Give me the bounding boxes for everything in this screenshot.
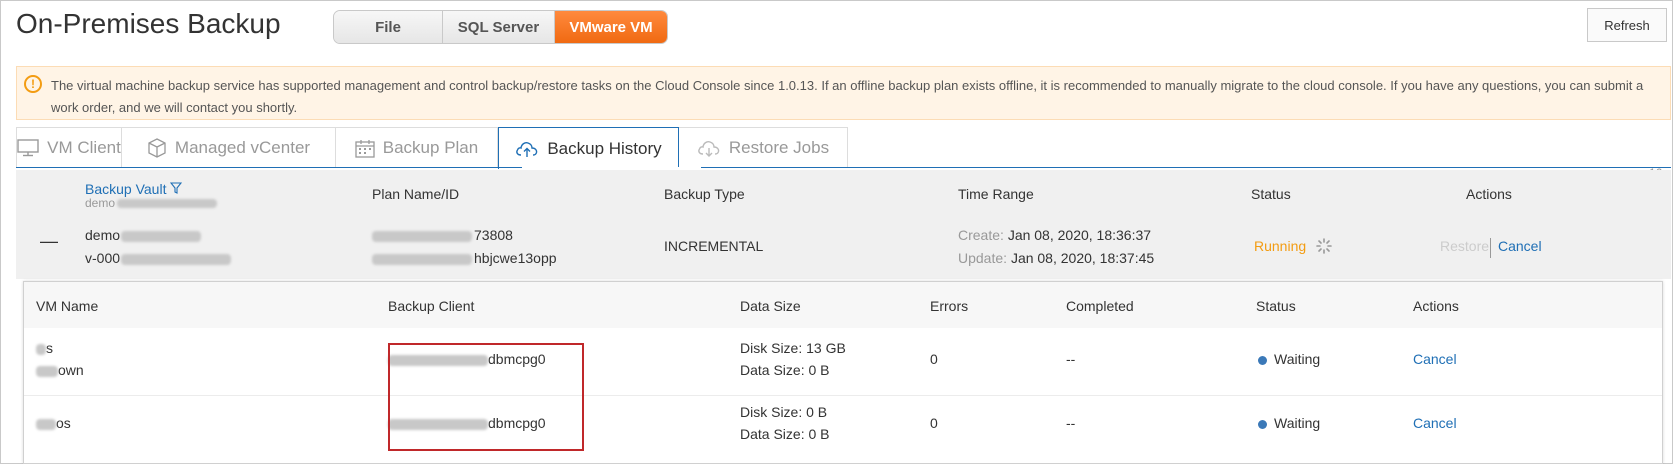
column-header-backup-vault[interactable]: Backup Vault	[85, 181, 183, 197]
completed-value: --	[1066, 351, 1076, 367]
data-size: Data Size: 0 B	[740, 426, 830, 442]
tab-label: Backup Plan	[382, 138, 479, 157]
plan-id: hbjcwe13opp	[372, 250, 557, 266]
column-header-status: Status	[1251, 186, 1291, 202]
column-header-time-range: Time Range	[958, 186, 1034, 202]
disk-size: Disk Size: 13 GB	[740, 340, 846, 356]
column-header-backup-type: Backup Type	[664, 186, 745, 202]
tab-backup-plan[interactable]: Backup Plan	[336, 127, 498, 168]
table-row: — demo v-000 73808 hbjcwe13opp INCREMENT…	[16, 217, 1671, 279]
backup-type: INCREMENTAL	[664, 238, 764, 254]
vault-filter-value: demo	[85, 196, 218, 210]
cube-icon	[147, 138, 167, 158]
update-time: Update: Jan 08, 2020, 18:37:45	[958, 250, 1155, 266]
column-header-vm-name: VM Name	[36, 298, 99, 314]
tab-vm-client[interactable]: VM Client	[16, 127, 122, 168]
column-header-backup-client: Backup Client	[388, 298, 475, 314]
collapse-toggle[interactable]: —	[40, 231, 58, 252]
tab-label: Backup History	[547, 138, 662, 158]
status-dot-icon	[1258, 419, 1267, 429]
plan-name: 73808	[372, 227, 513, 243]
highlight-box	[388, 343, 584, 451]
column-header-data-size: Data Size	[740, 298, 801, 314]
column-header-plan: Plan Name/ID	[372, 186, 460, 202]
vm-detail-table: VM Name Backup Client Data Size Errors C…	[23, 281, 1663, 464]
calendar-icon	[355, 139, 375, 158]
row-divider	[24, 395, 1662, 396]
data-size: Data Size: 0 B	[740, 362, 830, 378]
active-tab-gap	[522, 167, 701, 169]
tab-label: VM Client	[47, 138, 121, 157]
column-header-errors: Errors	[930, 298, 969, 314]
status-badge: Waiting	[1258, 351, 1320, 367]
notice-banner: ! The virtual machine backup service has…	[16, 66, 1671, 120]
disk-size: Disk Size: 0 B	[740, 404, 828, 420]
cloud-upload-icon	[515, 140, 539, 158]
segment-vmware-vm[interactable]: VMware VM	[555, 11, 667, 43]
segment-file[interactable]: File	[334, 11, 443, 43]
status-dot-icon	[1258, 355, 1267, 365]
column-header-status: Status	[1256, 298, 1296, 314]
tab-backup-history[interactable]: Backup History	[498, 127, 679, 169]
cancel-link[interactable]: Cancel	[1413, 415, 1457, 431]
vm-os: own	[36, 362, 84, 378]
status-badge: Running	[1254, 238, 1332, 257]
tab-label: Managed vCenter	[174, 138, 311, 157]
cancel-link[interactable]: Cancel	[1498, 238, 1542, 254]
refresh-button[interactable]: Refresh	[1587, 8, 1667, 42]
vm-name: s	[36, 340, 53, 356]
column-header-actions: Actions	[1466, 186, 1512, 202]
spinner-icon	[1316, 238, 1332, 257]
completed-value: --	[1066, 415, 1076, 431]
notice-text: The virtual machine backup service has s…	[51, 78, 1644, 115]
cloud-download-icon	[697, 139, 721, 157]
error-count: 0	[930, 415, 938, 431]
action-divider	[1490, 238, 1491, 258]
tab-underline	[16, 167, 1671, 168]
page-title: On-Premises Backup	[16, 8, 281, 39]
warning-icon: !	[24, 75, 42, 93]
tab-label: Restore Jobs	[728, 138, 830, 157]
column-header-completed: Completed	[1066, 298, 1134, 314]
restore-link[interactable]: Restore	[1440, 238, 1489, 254]
backup-history-table-header: Backup Vault demo Plan Name/ID Backup Ty…	[16, 170, 1671, 217]
tab-bar: VM Client Managed vCenter Backup Plan Ba…	[16, 127, 848, 169]
vm-detail-table-header: VM Name Backup Client Data Size Errors C…	[24, 282, 1662, 328]
vault-name: demo	[85, 227, 202, 243]
error-count: 0	[930, 351, 938, 367]
segment-sql-server[interactable]: SQL Server	[443, 11, 555, 43]
vm-name: os	[36, 415, 71, 431]
cancel-link[interactable]: Cancel	[1413, 351, 1457, 367]
backup-type-switcher: File SQL Server VMware VM	[333, 10, 668, 44]
status-badge: Waiting	[1258, 415, 1320, 431]
tab-managed-vcenter[interactable]: Managed vCenter	[122, 127, 336, 168]
create-time: Create: Jan 08, 2020, 18:36:37	[958, 227, 1152, 243]
filter-icon[interactable]	[170, 181, 183, 197]
tab-restore-jobs[interactable]: Restore Jobs	[679, 127, 848, 168]
monitor-icon	[17, 139, 39, 157]
column-header-actions: Actions	[1413, 298, 1459, 314]
vault-id: v-000	[85, 250, 232, 266]
